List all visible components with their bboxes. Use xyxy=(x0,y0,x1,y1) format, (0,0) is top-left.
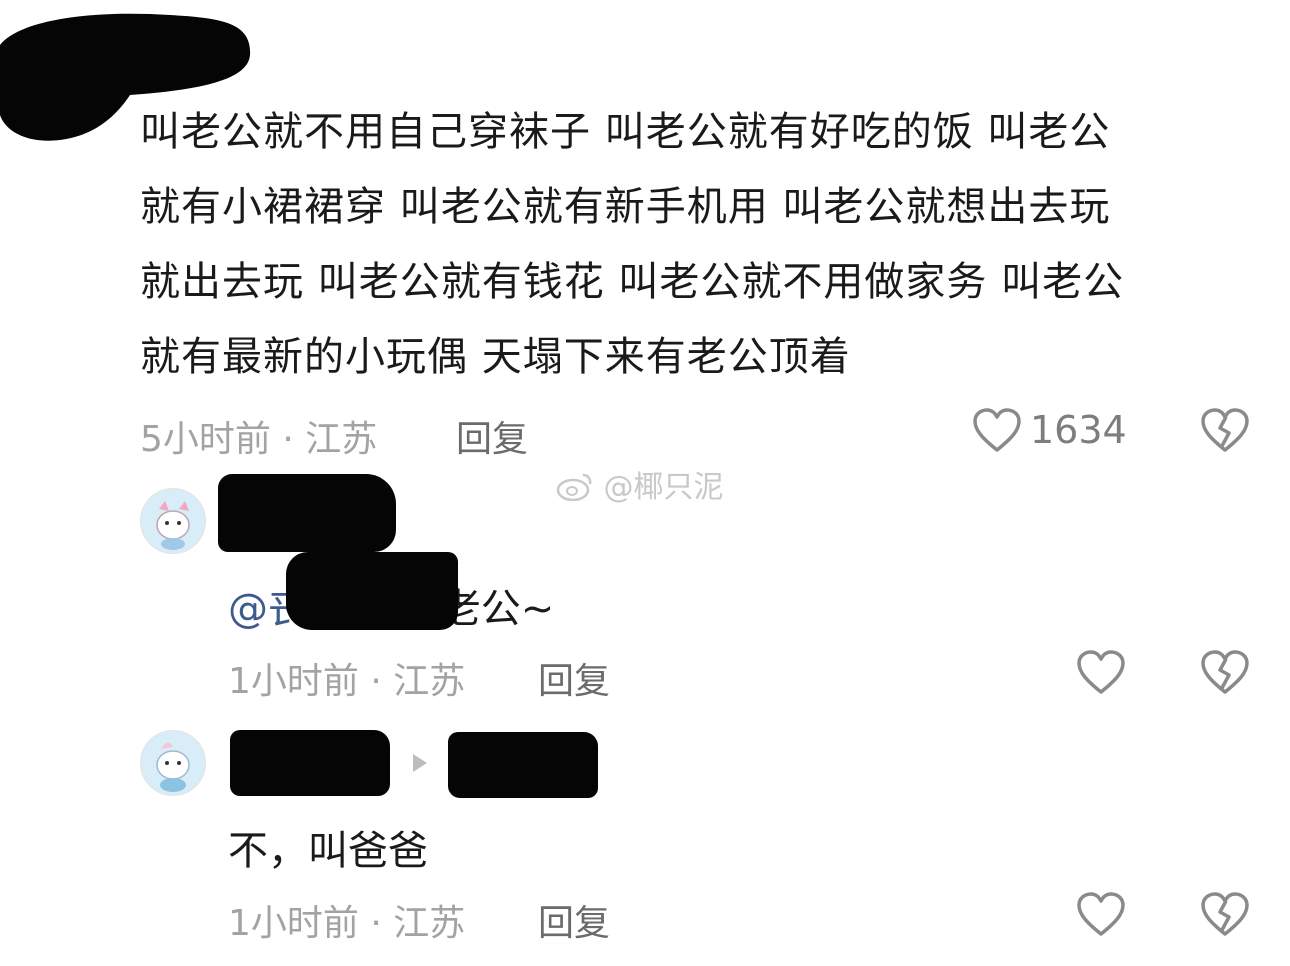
meta-separator: · xyxy=(370,661,382,702)
broken-heart-icon[interactable] xyxy=(1200,650,1250,696)
watermark: @椰只泥 xyxy=(556,462,724,506)
like-count: 1634 xyxy=(1030,408,1127,452)
broken-heart-icon[interactable] xyxy=(1200,408,1250,454)
redaction-mention xyxy=(286,552,458,630)
comment-time: 5小时前 xyxy=(140,419,271,460)
reply-time: 1小时前 xyxy=(228,661,359,702)
comment-location: 江苏 xyxy=(305,419,378,460)
comment-line: 叫老公就不用自己穿袜子 叫老公就有好吃的饭 叫老公 xyxy=(140,109,1111,155)
comment-meta: 5小时前 · 江苏 xyxy=(140,410,377,462)
reply-location: 江苏 xyxy=(393,661,466,702)
comment-line: 就有最新的小玩偶 天塌下来有老公顶着 xyxy=(140,334,851,380)
heart-icon[interactable] xyxy=(1076,650,1126,696)
reply-time: 1小时前 xyxy=(228,903,359,944)
reply-reply-button[interactable]: 回复 xyxy=(538,894,610,946)
comment-line: 就有小裙裙穿 叫老公就有新手机用 叫老公就想出去玩 xyxy=(140,184,1111,230)
watermark-text: @椰只泥 xyxy=(603,470,724,505)
meta-separator: · xyxy=(370,903,382,944)
meta-separator: · xyxy=(282,419,294,460)
heart-icon[interactable] xyxy=(1076,892,1126,938)
avatar[interactable] xyxy=(140,488,206,554)
broken-heart-icon[interactable] xyxy=(1200,892,1250,938)
reply-meta: 1小时前 · 江苏 xyxy=(228,894,465,946)
cartoon-avatar-icon xyxy=(141,489,205,553)
reply-reply-button[interactable]: 回复 xyxy=(538,652,610,704)
comment-line: 就出去玩 叫老公就有钱花 叫老公就不用做家务 叫老公 xyxy=(140,259,1125,305)
comment-body: 叫老公就不用自己穿袜子 叫老公就有好吃的饭 叫老公 就有小裙裙穿 叫老公就有新手… xyxy=(140,95,1250,395)
weibo-logo-icon xyxy=(556,473,592,502)
triangle-right-icon xyxy=(413,754,427,772)
cartoon-avatar-icon xyxy=(141,731,205,795)
comment-reply-button[interactable]: 回复 xyxy=(456,410,528,462)
heart-icon[interactable] xyxy=(972,408,1022,454)
redaction-username xyxy=(218,474,396,552)
reply-meta: 1小时前 · 江苏 xyxy=(228,652,465,704)
reply-text: 不，叫爸爸 xyxy=(228,828,428,874)
redaction-target-username xyxy=(448,732,598,798)
redaction-username xyxy=(230,730,390,796)
reply-location: 江苏 xyxy=(393,903,466,944)
avatar[interactable] xyxy=(140,730,206,796)
